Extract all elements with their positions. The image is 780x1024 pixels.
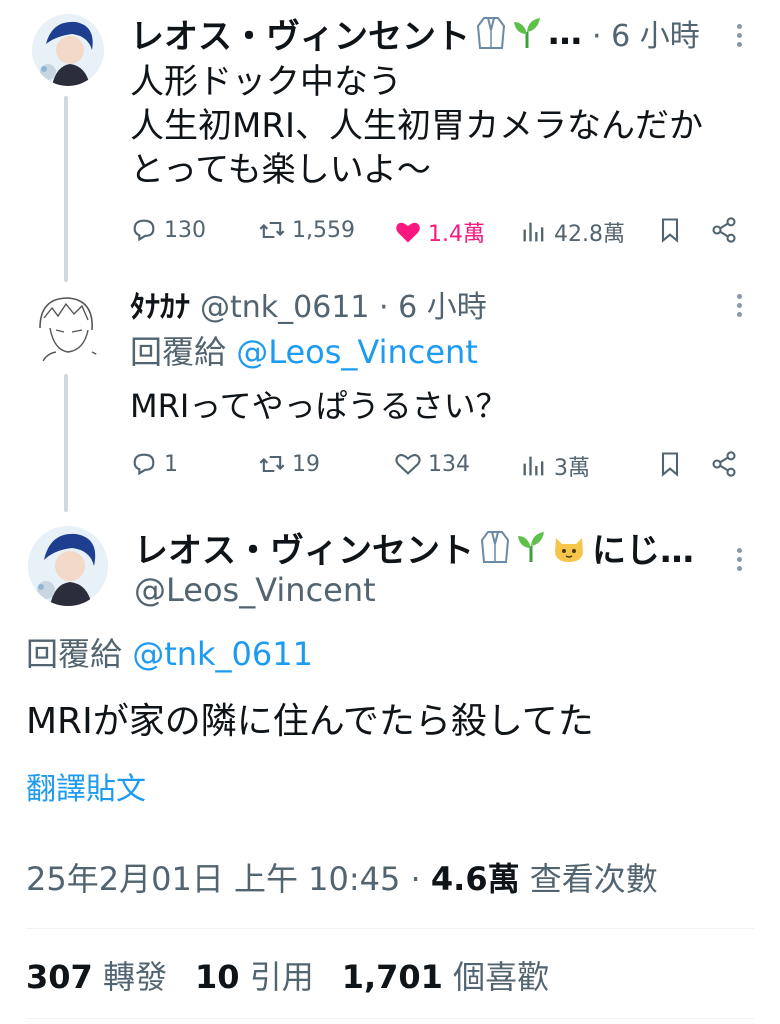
- views-icon: [523, 456, 544, 476]
- seedling-icon: [516, 530, 546, 564]
- share-button[interactable]: [710, 216, 738, 244]
- reply-prefix: 回覆給: [130, 333, 227, 371]
- avatar-illustration: [32, 14, 104, 86]
- thread-line: [64, 96, 68, 282]
- avatar-illustration: [28, 526, 108, 606]
- tweet-time[interactable]: · 6 小時: [592, 11, 700, 55]
- handle[interactable]: @Leos_Vincent: [134, 568, 376, 612]
- seedling-icon: [512, 16, 542, 50]
- retweet-count: 19: [292, 451, 320, 477]
- retweet-button[interactable]: 1,559: [258, 216, 355, 244]
- tweet-text-line: 人形ドック中なう: [130, 62, 402, 102]
- bookmark-icon: [661, 218, 679, 243]
- views-label: 查看次數: [529, 860, 658, 898]
- bookmark-button[interactable]: [656, 450, 684, 478]
- retweet-stat[interactable]: 307 轉發: [26, 954, 167, 1000]
- thread-line: [64, 374, 68, 512]
- translate-link[interactable]: 翻譯貼文: [26, 768, 146, 812]
- main-tweet-header: レオス・ヴィンセント にじ…: [134, 523, 694, 572]
- retweet-total: 307: [26, 958, 93, 996]
- retweet-label: 轉發: [102, 958, 167, 996]
- like-button[interactable]: 134: [394, 450, 470, 478]
- tweet-1-body: 人形ドック中なう 人生初MRI、人生初胃カメラなんだか とっても楽しいよ〜: [130, 60, 703, 192]
- reply-icon: [133, 453, 155, 476]
- views-count: 42.8萬: [554, 222, 625, 247]
- bookmark-icon: [661, 452, 679, 477]
- engagement-stats: 307 轉發 10 引用 1,701 個喜歡: [26, 954, 549, 1000]
- heart-filled-icon: [396, 222, 420, 243]
- like-label: 個喜歡: [453, 958, 550, 996]
- quote-total: 10: [194, 958, 240, 996]
- like-count: 134: [428, 451, 470, 477]
- divider: [26, 928, 754, 929]
- views-count: 4.6萬: [430, 860, 520, 898]
- heart-icon: [395, 454, 421, 475]
- reply-count: 1: [164, 451, 178, 477]
- tweet-text-line: 人生初MRI、人生初胃カメラなんだか: [130, 106, 703, 146]
- like-total: 1,701: [341, 958, 443, 996]
- more-icon[interactable]: [734, 548, 744, 571]
- display-name[interactable]: レオス・ヴィンセント: [134, 523, 474, 572]
- more-icon[interactable]: [734, 294, 744, 317]
- views-button[interactable]: 42.8萬: [520, 216, 625, 248]
- reply-context: 回覆給 @Leos_Vincent: [130, 330, 478, 374]
- timestamp[interactable]: 25年2月01日 上午 10:45: [26, 860, 400, 898]
- tweet-1-actions: 130 1,559 1.4萬 42.8萬: [130, 214, 742, 250]
- reply-count: 130: [164, 217, 206, 243]
- views-icon: [523, 222, 544, 242]
- share-icon: [712, 451, 736, 477]
- retweet-button[interactable]: 19: [258, 450, 320, 478]
- divider: [26, 1018, 754, 1019]
- labcoat-icon: [480, 530, 510, 564]
- like-button[interactable]: 1.4萬: [394, 216, 485, 248]
- avatar[interactable]: [28, 526, 108, 606]
- handle-and-time[interactable]: @tnk_0611 · 6 小時: [200, 282, 487, 326]
- labcoat-icon: [476, 16, 506, 50]
- tweet-text: MRIってやっぱうるさい？: [130, 387, 508, 425]
- display-name[interactable]: レオス・ヴィンセント: [130, 9, 470, 58]
- reply-button[interactable]: 130: [130, 216, 206, 244]
- tweet-text: MRIが家の隣に住んでたら殺してた: [26, 701, 594, 742]
- name-ellipsis: …: [548, 13, 582, 53]
- display-name[interactable]: ﾀﾅｶﾅ: [130, 282, 190, 326]
- reply-context: 回覆給 @tnk_0611: [26, 632, 313, 676]
- share-icon: [712, 217, 736, 243]
- separator: ·: [410, 860, 421, 898]
- tweet-2-actions: 1 19 134 3萬: [130, 448, 742, 484]
- reply-to-link[interactable]: @tnk_0611: [132, 635, 313, 673]
- share-button[interactable]: [710, 450, 738, 478]
- cat-face-icon: [552, 530, 586, 564]
- reply-button[interactable]: 1: [130, 450, 178, 478]
- tweet-text-line: とっても楽しいよ〜: [130, 150, 431, 190]
- retweet-icon: [259, 221, 285, 239]
- like-stat[interactable]: 1,701 個喜歡: [342, 954, 549, 1000]
- tweet-1-header: レオス・ヴィンセント … · 6 小時: [130, 9, 700, 58]
- name-overflow: にじ…: [592, 530, 694, 571]
- tweet-2-header: ﾀﾅｶﾅ @tnk_0611 · 6 小時: [130, 282, 487, 326]
- reply-to-link[interactable]: @Leos_Vincent: [236, 333, 478, 371]
- reply-icon: [133, 219, 155, 242]
- avatar[interactable]: [26, 288, 106, 368]
- views-button[interactable]: 3萬: [520, 450, 590, 482]
- like-count: 1.4萬: [428, 222, 485, 247]
- views-count: 3萬: [554, 456, 590, 481]
- quote-label: 引用: [249, 958, 314, 996]
- retweet-icon: [259, 455, 285, 473]
- avatar-sketch: [26, 288, 106, 368]
- retweet-count: 1,559: [292, 217, 355, 243]
- avatar[interactable]: [32, 14, 104, 86]
- quote-stat[interactable]: 10 引用: [195, 954, 314, 1000]
- bookmark-button[interactable]: [656, 216, 684, 244]
- timestamp-row: 25年2月01日 上午 10:45 · 4.6萬 查看次數: [26, 856, 658, 902]
- reply-prefix: 回覆給: [26, 635, 123, 673]
- more-icon[interactable]: [734, 24, 744, 47]
